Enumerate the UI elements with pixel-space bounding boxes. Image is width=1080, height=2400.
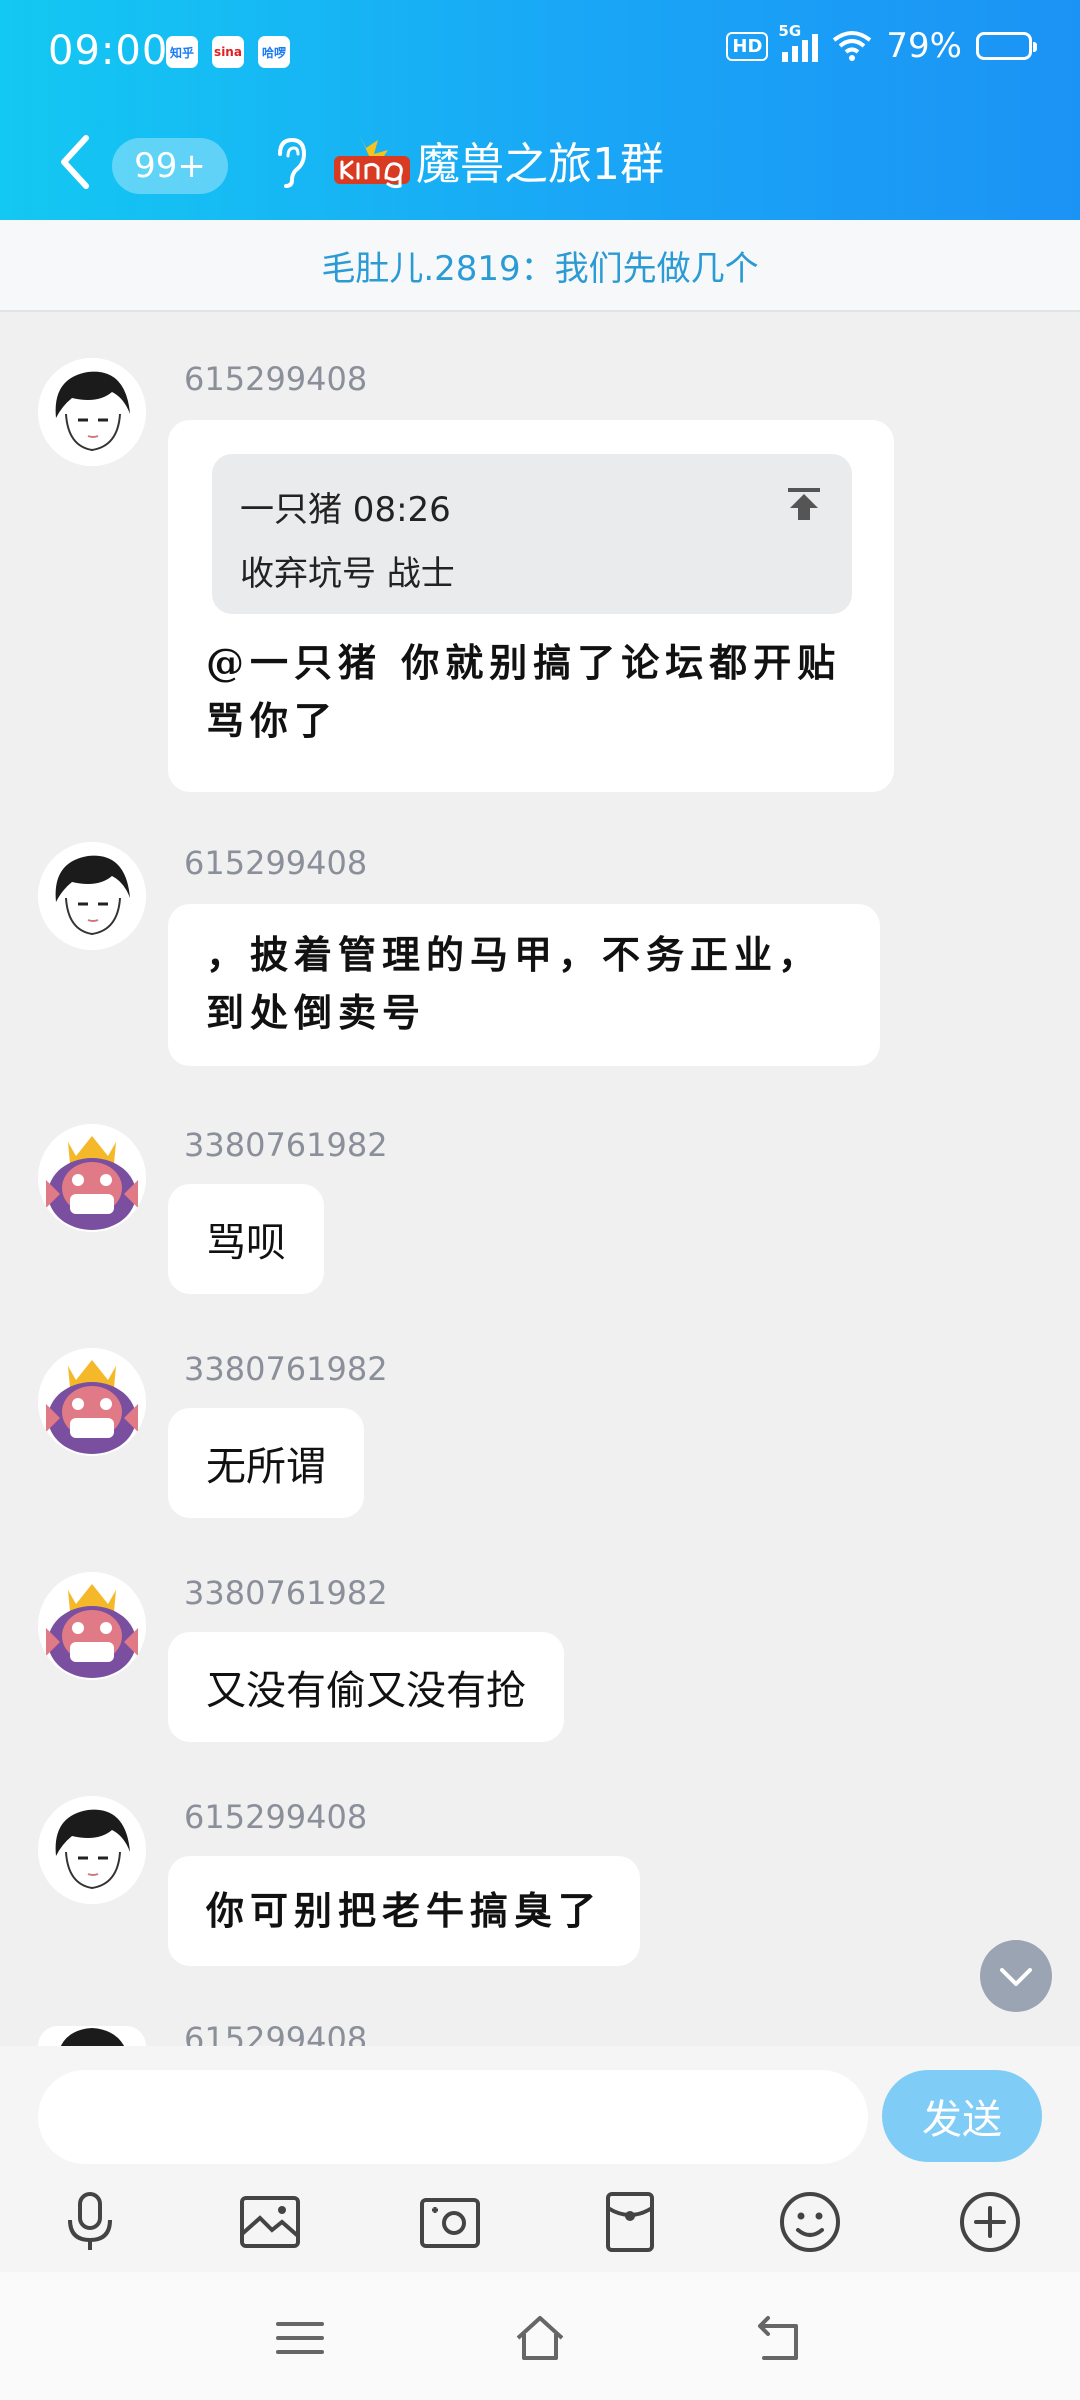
- sender-name: 615299408: [184, 1798, 368, 1836]
- avatar[interactable]: [38, 2026, 146, 2046]
- notification-icons: 知乎 sina 哈啰: [166, 36, 290, 68]
- chat-header: 09:00 知乎 sina 哈啰 HD 5G 79% 99+ 魔兽之旅1群: [0, 0, 1080, 220]
- sender-name: 615299408: [184, 844, 368, 882]
- menu-icon[interactable]: [272, 2310, 328, 2366]
- home-icon[interactable]: [512, 2310, 568, 2366]
- unread-badge[interactable]: 99+: [112, 138, 228, 194]
- group-logo-icon: [334, 136, 410, 189]
- avatar[interactable]: [38, 1796, 146, 1904]
- quoted-message[interactable]: 一只猪 08:26 收弃坑号 战士: [212, 454, 852, 614]
- hd-icon: HD: [726, 31, 769, 61]
- mic-icon[interactable]: [54, 2186, 126, 2258]
- message-text: 无所谓: [206, 1444, 326, 1490]
- avatar[interactable]: [38, 842, 146, 950]
- title-bar: 99+ 魔兽之旅1群: [0, 112, 1080, 212]
- sender-name: 3380761982: [184, 1350, 388, 1388]
- sender-name: 3380761982: [184, 1574, 388, 1612]
- message-item: 615299408: [0, 2020, 1080, 2046]
- sender-name: 615299408: [184, 2020, 368, 2046]
- wifi-icon: [833, 31, 872, 61]
- avatar[interactable]: [38, 1572, 146, 1680]
- avatar[interactable]: [38, 358, 146, 466]
- message-bubble[interactable]: 一只猪 08:26 收弃坑号 战士 @一只猪 你就别搞了论坛都开贴 骂你了: [168, 420, 894, 792]
- back-icon[interactable]: [752, 2310, 808, 2366]
- zhihu-app-icon: 知乎: [166, 36, 198, 68]
- hello-app-icon: 哈啰: [258, 36, 290, 68]
- chevron-down-icon: [1000, 1968, 1032, 1986]
- message-input[interactable]: [38, 2070, 868, 2164]
- message-text-line: 到处倒卖号: [206, 990, 427, 1035]
- avatar[interactable]: [38, 1124, 146, 1232]
- message-text: 骂呗: [206, 1220, 286, 1266]
- pinned-message-banner[interactable]: 毛肚儿.2819：我们先做几个: [0, 220, 1080, 312]
- ear-icon[interactable]: [270, 134, 310, 190]
- avatar[interactable]: [38, 1348, 146, 1456]
- plus-icon[interactable]: [954, 2186, 1026, 2258]
- sina-app-icon: sina: [212, 36, 244, 68]
- sender-name: 3380761982: [184, 1126, 388, 1164]
- network-type: 5G: [778, 22, 802, 40]
- red-packet-icon[interactable]: [594, 2186, 666, 2258]
- back-arrow-icon[interactable]: [52, 130, 96, 194]
- system-navigation-bar: [0, 2272, 1080, 2400]
- status-time: 09:00: [48, 28, 169, 74]
- pinned-message-text: 毛肚儿.2819：我们先做几个: [321, 248, 759, 289]
- message-bubble[interactable]: 又没有偷又没有抢: [168, 1632, 564, 1742]
- scroll-to-bottom-button[interactable]: [980, 1940, 1052, 2012]
- sender-name: 615299408: [184, 360, 368, 398]
- quote-header: 一只猪 08:26: [240, 490, 451, 530]
- message-bubble[interactable]: 你可别把老牛搞臭了: [168, 1856, 641, 1966]
- message-text: 你可别把老牛搞臭了: [206, 1888, 603, 1933]
- message-bubble[interactable]: 无所谓: [168, 1408, 364, 1518]
- send-button[interactable]: 发送: [882, 2070, 1042, 2162]
- message-text-line: @一只猪 你就别搞了论坛都开贴: [206, 640, 842, 685]
- battery-icon: [976, 32, 1037, 60]
- status-bar: 09:00 知乎 sina 哈啰 HD 5G 79%: [0, 0, 1080, 104]
- camera-icon[interactable]: [414, 2186, 486, 2258]
- emoji-icon[interactable]: [774, 2186, 846, 2258]
- message-text-line: 骂你了: [206, 698, 339, 743]
- battery-percent: 79%: [886, 26, 962, 66]
- message-bubble[interactable]: ，披着管理的马甲，不务正业， 到处倒卖号: [168, 904, 880, 1066]
- signal-icon: 5G: [778, 22, 819, 62]
- composer: 发送: [0, 2046, 1080, 2272]
- message-bubble[interactable]: 骂呗: [168, 1184, 324, 1294]
- message-text: @一只猪 你就别搞了论坛都开贴 骂你了: [206, 634, 841, 750]
- message-text-line: ，披着管理的马甲，不务正业，: [206, 932, 823, 977]
- status-right: HD 5G 79%: [726, 22, 1037, 66]
- message-text: 又没有偷又没有抢: [206, 1668, 526, 1714]
- image-icon[interactable]: [234, 2186, 306, 2258]
- composer-toolbar: [0, 2186, 1080, 2266]
- quote-body: 收弃坑号 战士: [240, 554, 455, 594]
- group-title[interactable]: 魔兽之旅1群: [416, 128, 664, 192]
- pin-top-icon: [788, 488, 820, 520]
- message-text: ，披着管理的马甲，不务正业， 到处倒卖号: [206, 926, 822, 1042]
